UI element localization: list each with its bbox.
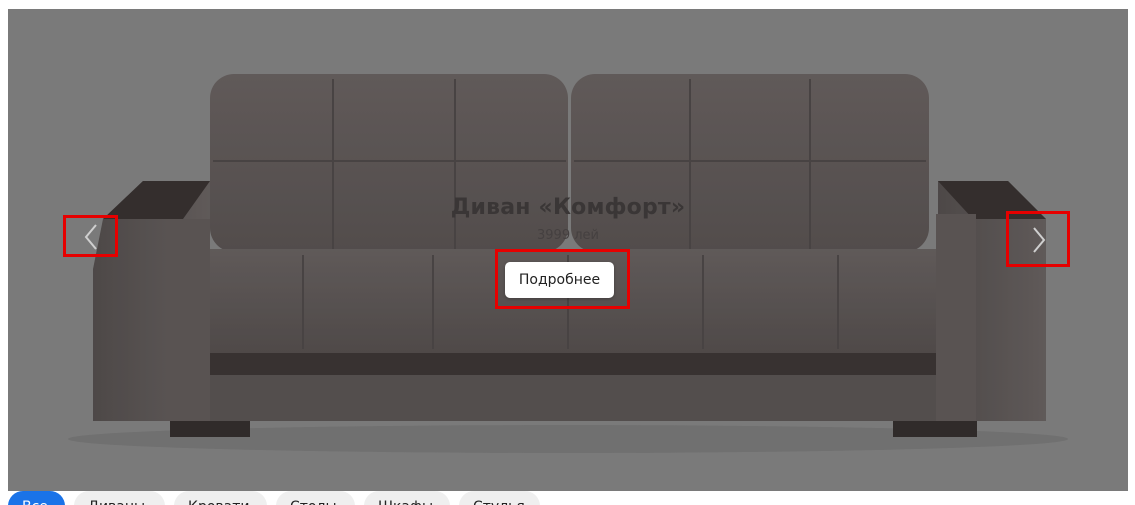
slide-price: 3999 лей: [537, 228, 599, 243]
tab-beds[interactable]: Кровати: [174, 491, 267, 505]
highlight-prev-arrow: [63, 215, 118, 257]
tab-chairs[interactable]: Стулья: [459, 491, 540, 505]
slide-caption: Диван «Комфорт» 3999 лей: [8, 195, 1128, 243]
tab-wardrobes[interactable]: Шкафы: [364, 491, 450, 505]
category-tabs: Все Диваны Кровати Столы Шкафы Стулья: [8, 491, 1128, 505]
highlight-more-button: [495, 249, 630, 309]
tab-all[interactable]: Все: [8, 491, 65, 505]
highlight-next-arrow: [1006, 211, 1070, 267]
tab-sofas[interactable]: Диваны: [74, 491, 165, 505]
slide-title: Диван «Комфорт»: [450, 195, 686, 220]
tab-tables[interactable]: Столы: [276, 491, 355, 505]
